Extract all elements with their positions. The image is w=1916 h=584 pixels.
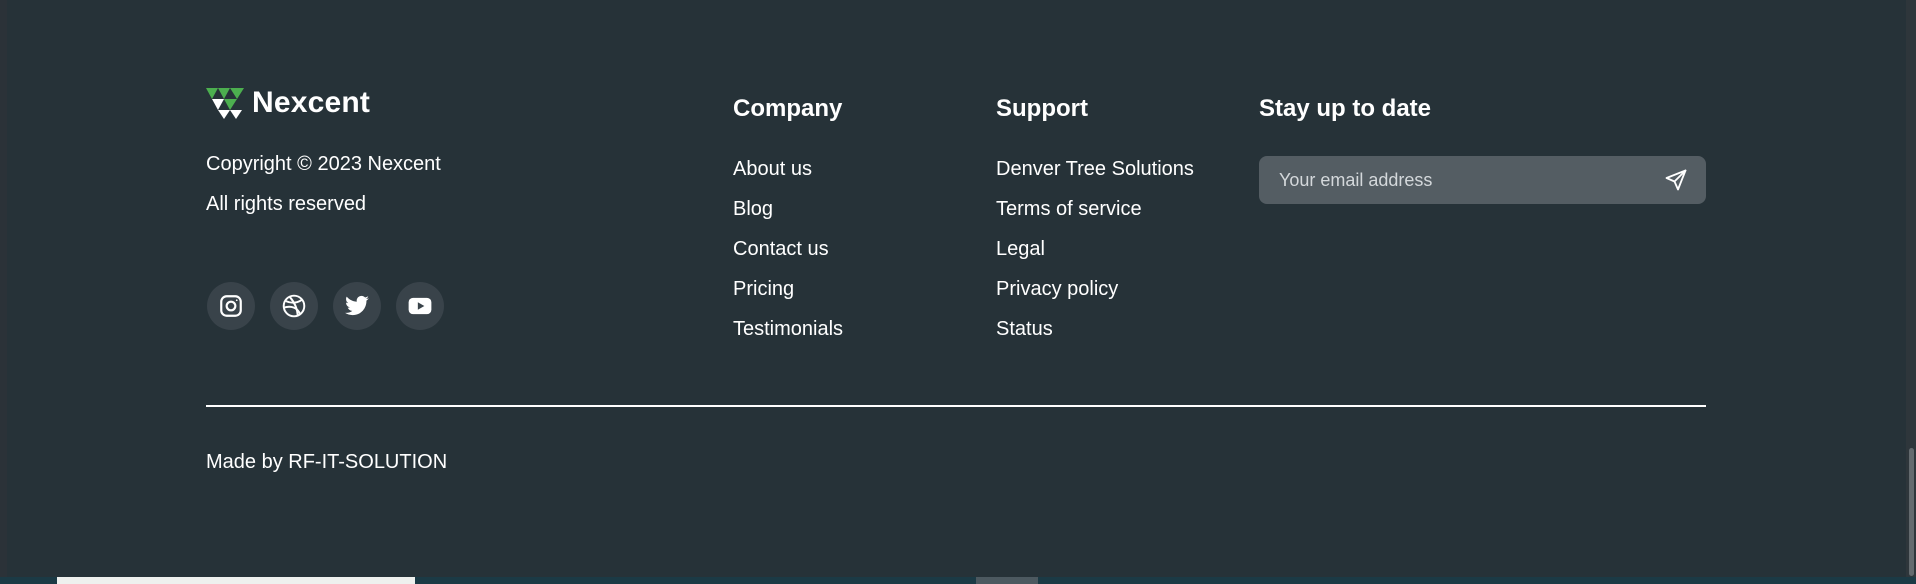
- link-denver-tree-solutions[interactable]: Denver Tree Solutions: [996, 149, 1194, 189]
- email-input[interactable]: [1259, 168, 1646, 192]
- email-form: [1259, 156, 1706, 204]
- instagram-icon: [220, 295, 242, 317]
- taskbar-segment: [57, 577, 415, 584]
- nexcent-logo-icon: [206, 88, 244, 119]
- link-terms-of-service[interactable]: Terms of service: [996, 189, 1194, 229]
- link-pricing[interactable]: Pricing: [733, 269, 843, 309]
- brand-name: Nexcent: [252, 86, 371, 119]
- footer-page: Nexcent Copyright © 2023 Nexcent All rig…: [0, 0, 1916, 584]
- scrollbar[interactable]: [1906, 0, 1916, 578]
- window-left-edge: [0, 0, 7, 578]
- instagram-link[interactable]: [207, 282, 255, 330]
- newsletter-title: Stay up to date: [1259, 95, 1432, 122]
- link-privacy-policy[interactable]: Privacy policy: [996, 269, 1194, 309]
- company-column: Company About us Blog Contact us Pricing…: [733, 94, 843, 349]
- youtube-link[interactable]: [396, 282, 444, 330]
- taskbar-strip: [0, 577, 1916, 584]
- made-by-text: Made by RF-IT-SOLUTION: [206, 451, 448, 473]
- scrollbar-thumb[interactable]: [1909, 448, 1914, 576]
- dribbble-link[interactable]: [270, 282, 318, 330]
- dribbble-icon: [282, 294, 306, 318]
- send-button[interactable]: [1646, 156, 1706, 204]
- taskbar-segment: [976, 577, 1038, 584]
- rights-text: All rights reserved: [206, 193, 367, 215]
- youtube-icon: [408, 297, 432, 315]
- link-legal[interactable]: Legal: [996, 229, 1194, 269]
- link-about-us[interactable]: About us: [733, 149, 843, 189]
- support-links: Denver Tree Solutions Terms of service L…: [996, 149, 1194, 349]
- link-status[interactable]: Status: [996, 309, 1194, 349]
- newsletter-column: Stay up to date: [1259, 94, 1431, 149]
- twitter-link[interactable]: [333, 282, 381, 330]
- twitter-icon: [345, 295, 369, 316]
- company-links: About us Blog Contact us Pricing Testimo…: [733, 149, 843, 349]
- company-title: Company: [733, 95, 843, 122]
- link-testimonials[interactable]: Testimonials: [733, 309, 843, 349]
- support-title: Support: [996, 95, 1088, 122]
- footer-divider: [206, 405, 1706, 407]
- social-links: [207, 282, 444, 330]
- send-icon: [1665, 169, 1687, 191]
- link-blog[interactable]: Blog: [733, 189, 843, 229]
- link-contact-us[interactable]: Contact us: [733, 229, 843, 269]
- copyright-text: Copyright © 2023 Nexcent: [206, 153, 441, 175]
- support-column: Support Denver Tree Solutions Terms of s…: [996, 94, 1194, 349]
- brand[interactable]: Nexcent: [206, 86, 370, 120]
